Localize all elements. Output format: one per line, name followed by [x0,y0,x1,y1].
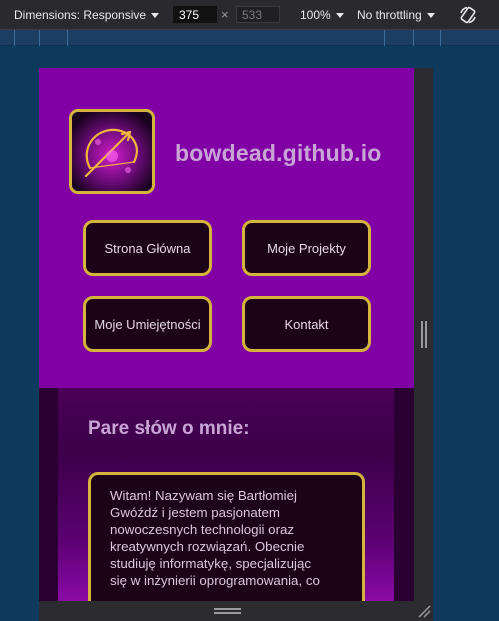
site-title: bowdead.github.io [175,140,382,166]
ruler-tick [67,30,68,46]
ruler-tick [440,30,441,46]
bottom-resize-handle[interactable] [214,608,241,614]
zoom-dropdown[interactable]: 100% [300,0,344,30]
chevron-down-icon [151,12,160,18]
about-line: kreatywnych rozwiązań. Obecnie [110,539,305,554]
bow-arrow-icon [84,128,138,178]
zoom-label: 100% [300,8,331,22]
site-header: bowdead.github.io Strona Główna Moje Pro… [39,68,414,388]
media-query-ruler [0,30,499,46]
ruler-tick [14,30,15,46]
emulated-viewport: bowdead.github.io Strona Główna Moje Pro… [39,68,414,601]
about-section: Pare słów o mnie: Witam! Nazywam się Bar… [39,388,414,601]
ruler-tick [413,30,414,46]
nav-contact-button[interactable]: Kontakt [242,296,371,352]
rotate-icon[interactable] [458,5,478,25]
width-input[interactable]: 375 [173,6,217,23]
height-input[interactable]: 533 [236,6,280,23]
about-line: Gwóźdź i jestem pasjonatem [110,505,280,520]
devtools-device-toolbar: Dimensions: Responsive 375 × 533 100% No… [0,0,499,30]
chevron-down-icon [335,12,344,18]
about-line: Witam! Nazywam się Bartłomiej [110,488,297,503]
about-line: nowoczesnych technologii oraz [110,522,295,537]
about-text: Witam! Nazywam się Bartłomiej Gwóźdź i j… [110,487,340,589]
bow-logo-image [69,109,155,194]
nav-projects-button[interactable]: Moje Projekty [242,220,371,276]
throttling-dropdown[interactable]: No throttling [357,0,435,30]
right-resize-handle[interactable] [421,321,427,348]
about-line: się w inżynierii oprogramowania, co [110,573,320,588]
corner-resize-icon[interactable] [417,604,431,618]
ruler-tick [39,30,40,46]
about-heading: Pare słów o mnie: [88,418,250,439]
dimensions-dropdown[interactable]: Dimensions: Responsive [14,0,160,30]
throttling-label: No throttling [357,8,422,22]
chevron-down-icon [426,12,435,18]
dimensions-label: Dimensions: Responsive [14,8,147,22]
times-icon: × [221,7,229,22]
nav-home-button[interactable]: Strona Główna [83,220,212,276]
about-line: studiuję informatykę, specjalizując [110,556,312,571]
nav-skills-button[interactable]: Moje Umiejętności [83,296,212,352]
ruler-tick [384,30,385,46]
